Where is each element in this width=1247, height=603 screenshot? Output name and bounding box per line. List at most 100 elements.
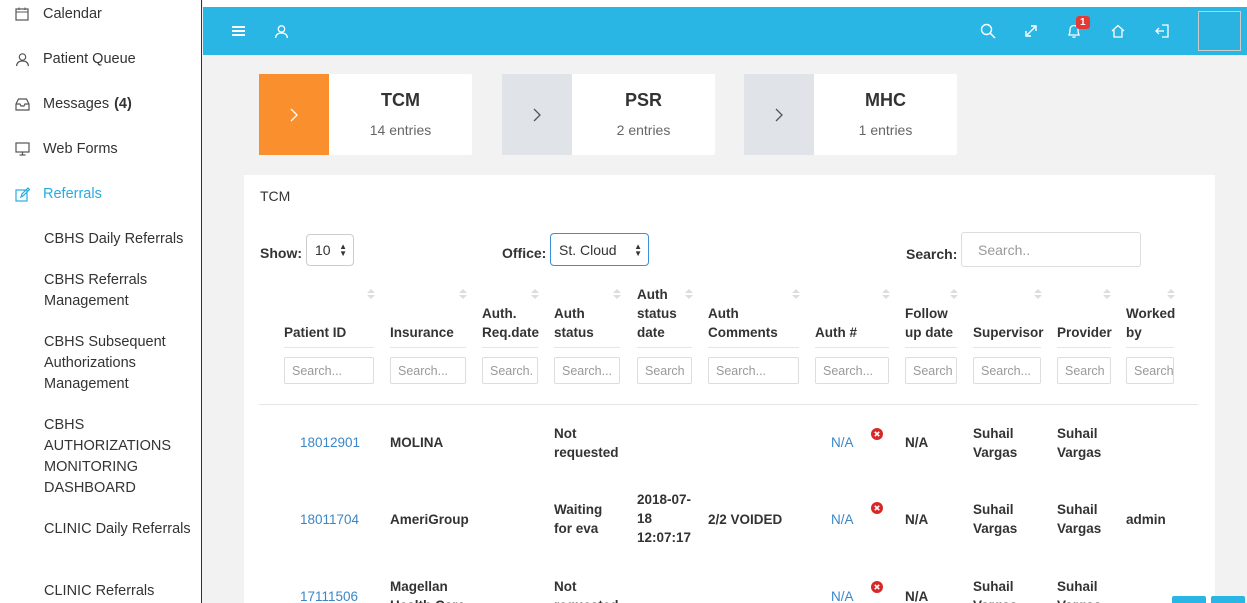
sidebar-subitem-cbhs-subsequent-authorizations[interactable]: CBHS Subsequent Authorizations Managemen… — [44, 332, 194, 395]
delete-icon[interactable] — [871, 502, 883, 514]
sidebar-item-label: Referrals — [43, 186, 102, 202]
sort-icon[interactable] — [949, 287, 959, 301]
sidebar-subitem-cbhs-authorizations-dashboard[interactable]: CBHS AUTHORIZATIONS MONITORING DASHBOARD — [44, 415, 194, 499]
delete-icon[interactable] — [871, 581, 883, 593]
card-tcm[interactable]: TCM 14 entries — [259, 74, 472, 155]
card-title: PSR — [624, 90, 662, 110]
logout-icon[interactable] — [1150, 19, 1174, 43]
header-divider — [1057, 347, 1111, 348]
office-select[interactable]: St. Cloud ▲ ▼ — [550, 233, 649, 266]
sidebar-item-label: Calendar — [43, 6, 102, 22]
column-search-insurance[interactable]: Search... — [390, 357, 466, 384]
auth-number-link[interactable]: N/A — [831, 433, 854, 452]
header-divider — [554, 347, 620, 348]
page-size-select[interactable]: 10 ▲ ▼ — [306, 234, 354, 266]
sidebar-item-messages[interactable]: Messages (4) — [14, 96, 132, 112]
column-search-supervisor[interactable]: Search... — [973, 357, 1041, 384]
sort-icon[interactable] — [791, 287, 801, 301]
sort-icon[interactable] — [881, 287, 891, 301]
column-header-worked-by[interactable]: Worked by — [1126, 304, 1181, 342]
panel-title: TCM — [260, 188, 291, 204]
delete-icon[interactable] — [871, 428, 883, 440]
sort-icon[interactable] — [1102, 287, 1112, 301]
column-search-auth-comments[interactable]: Search... — [708, 357, 799, 384]
floating-action-button[interactable] — [1211, 596, 1245, 603]
sidebar-item-referrals[interactable]: Referrals — [14, 186, 102, 202]
column-header-auth-req-date[interactable]: Auth. Req.date — [482, 304, 542, 342]
column-search-provider[interactable]: Search — [1057, 357, 1111, 384]
page-size-value: 10 — [315, 242, 331, 258]
column-search-auth-number[interactable]: Search... — [815, 357, 889, 384]
floating-action-button[interactable] — [1172, 596, 1206, 603]
notification-badge: 1 — [1076, 16, 1090, 29]
monitor-icon — [14, 141, 30, 157]
column-search-auth-status-date[interactable]: Search — [637, 357, 692, 384]
column-search-auth-status[interactable]: Search... — [554, 357, 620, 384]
card-title: MHC — [865, 90, 906, 110]
header-divider — [973, 347, 1041, 348]
table-divider — [259, 404, 1198, 405]
column-header-auth-status[interactable]: Auth status — [554, 304, 604, 342]
follow-up-cell: N/A — [905, 589, 929, 603]
column-search-worked-by[interactable]: Search — [1126, 357, 1174, 384]
column-header-follow-up-date[interactable]: Follow up date — [905, 304, 960, 342]
follow-up-cell: N/A — [905, 435, 929, 450]
sort-icon[interactable] — [1166, 287, 1176, 301]
column-header-insurance[interactable]: Insurance — [390, 323, 454, 342]
supervisor-cell: Suhail Vargas — [973, 502, 1018, 536]
sort-icon[interactable] — [366, 287, 376, 301]
column-search-auth-req-date[interactable]: Search. — [482, 357, 538, 384]
column-header-provider[interactable]: Provider — [1057, 323, 1112, 342]
insurance-cell: MOLINA — [390, 435, 444, 450]
column-header-patient-id[interactable]: Patient ID — [284, 323, 346, 342]
sidebar-item-calendar[interactable]: Calendar — [14, 6, 102, 22]
card-mhc[interactable]: MHC 1 entries — [744, 74, 957, 155]
chevron-right-icon — [502, 74, 572, 155]
menu-icon[interactable] — [227, 19, 251, 43]
patient-id-link[interactable]: 18011704 — [300, 510, 359, 529]
sort-icon[interactable] — [530, 287, 540, 301]
expand-icon[interactable] — [1019, 19, 1043, 43]
column-header-supervisor[interactable]: Supervisor — [973, 323, 1044, 342]
home-icon[interactable] — [1106, 19, 1130, 43]
office-value: St. Cloud — [559, 241, 617, 258]
column-search-follow-up-date[interactable]: Search — [905, 357, 957, 384]
inbox-icon — [14, 96, 30, 112]
column-search-patient-id[interactable]: Search... — [284, 357, 374, 384]
auth-number-link[interactable]: N/A — [831, 510, 854, 529]
search-icon[interactable] — [976, 19, 1000, 43]
column-header-auth-status-date[interactable]: Auth status date — [637, 285, 682, 342]
user-icon — [14, 51, 30, 67]
sort-icon[interactable] — [458, 287, 468, 301]
column-header-auth-comments[interactable]: Auth Comments — [708, 304, 788, 342]
office-label: Office: — [502, 245, 547, 261]
search-input[interactable]: Search.. — [961, 232, 1141, 267]
sidebar-subitem-cbhs-referrals-management[interactable]: CBHS Referrals Management — [44, 270, 194, 312]
sort-icon[interactable] — [684, 287, 694, 301]
sidebar-subitem-clinic-referrals[interactable]: CLINIC Referrals — [44, 581, 194, 602]
patient-id-link[interactable]: 17111506 — [300, 587, 358, 603]
messages-count: (4) — [114, 96, 132, 112]
card-psr[interactable]: PSR 2 entries — [502, 74, 715, 155]
supervisor-cell: Suhail Vargas — [973, 579, 1017, 603]
sort-icon[interactable] — [612, 287, 622, 301]
bell-icon[interactable]: 1 — [1062, 16, 1090, 43]
provider-cell: Suhail Vargas — [1057, 502, 1102, 536]
sidebar-subitem-clinic-daily-referrals[interactable]: CLINIC Daily Referrals — [44, 519, 194, 540]
user-icon[interactable] — [269, 19, 293, 43]
column-header-auth-number[interactable]: Auth # — [815, 323, 857, 342]
sidebar-subitem-cbhs-daily-referrals[interactable]: CBHS Daily Referrals — [44, 229, 194, 250]
patient-id-link[interactable]: 18012901 — [300, 433, 360, 452]
header-divider — [1126, 347, 1174, 348]
auth-number-link[interactable]: N/A — [831, 587, 854, 603]
sort-icon[interactable] — [1033, 287, 1043, 301]
auth-status-cell: Not requested — [554, 579, 619, 603]
edit-icon — [14, 186, 30, 202]
sidebar-item-patient-queue[interactable]: Patient Queue — [14, 51, 136, 67]
follow-up-cell: N/A — [905, 512, 929, 527]
avatar[interactable] — [1198, 11, 1241, 51]
card-title: TCM — [381, 90, 420, 110]
card-subtitle: 2 entries — [616, 122, 671, 138]
sidebar-item-web-forms[interactable]: Web Forms — [14, 141, 118, 157]
auth-status-date-cell: 2018-07-18 12:07:17 — [637, 492, 692, 545]
